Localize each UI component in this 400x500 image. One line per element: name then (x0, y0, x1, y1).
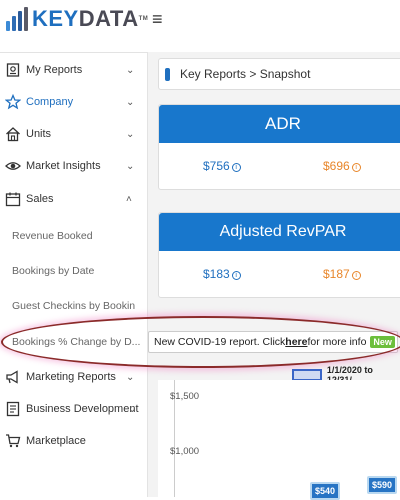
adjusted-revpar-card-title: Adjusted RevPAR (159, 213, 400, 251)
chevron-down-icon[interactable]: ⌄ (126, 65, 134, 76)
sidebar-item-label: Market Insights (26, 160, 101, 172)
chart-area: $1,500 $1,000 $540 $590 (158, 380, 400, 500)
sidebar-item-marketplace[interactable]: Marketplace (0, 425, 148, 457)
chevron-down-icon[interactable]: ⌄ (126, 161, 134, 172)
breadcrumb-text: Key Reports > Snapshot (180, 67, 311, 81)
sidebar-item-sales[interactable]: Sales ˄ (0, 183, 148, 215)
sidebar-subitem-bookings-change[interactable]: Bookings % Change by D... (12, 336, 140, 348)
chevron-down-icon[interactable]: ⌄ (126, 97, 134, 108)
revpar-value-current: $183 i (203, 267, 241, 281)
document-icon (5, 401, 21, 417)
notification-text-suffix: for more info (307, 336, 367, 348)
hamburger-icon[interactable]: ≡ (152, 9, 163, 30)
keydata-logo[interactable]: KEYDATATM (6, 7, 148, 31)
top-bar: KEYDATATM ≡ (0, 0, 400, 42)
adr-card-title: ADR (159, 105, 400, 143)
bar-value-label: $540 (310, 482, 341, 500)
star-icon (5, 94, 21, 110)
covid-report-notification: New COVID-19 report. Click here for more… (148, 331, 398, 353)
chevron-down-icon[interactable]: ⌄ (126, 372, 134, 383)
info-icon[interactable]: i (231, 163, 241, 172)
sidebar-item-label: Marketplace (26, 435, 86, 447)
megaphone-icon (5, 369, 21, 385)
y-tick-1500: $1,500 (170, 391, 200, 402)
notification-link[interactable]: here (285, 336, 307, 348)
adr-value-current: $756 i (203, 159, 241, 173)
eye-icon (5, 158, 21, 174)
info-icon[interactable]: i (231, 271, 241, 280)
notification-text-prefix: New COVID-19 report. Click (154, 336, 286, 348)
breadcrumb: Key Reports > Snapshot (158, 58, 400, 90)
sidebar-item-my-reports[interactable]: My Reports ⌄ (0, 54, 148, 86)
sidebar-item-label: Business Development (26, 403, 139, 415)
logo-text-key: KEY (32, 6, 79, 31)
sidebar-subitem-guest-checkins[interactable]: Guest Checkins by Bookin (12, 300, 140, 312)
sidebar-subitem-bookings-by-date[interactable]: Bookings by Date (12, 265, 140, 277)
sidebar-item-company[interactable]: Company ⌄ (0, 86, 148, 118)
sidebar-item-marketing-reports[interactable]: Marketing Reports ⌄ (0, 361, 148, 393)
chevron-down-icon[interactable]: ⌄ (126, 129, 134, 140)
sidebar-item-label: Sales (26, 193, 54, 205)
new-badge: New (370, 336, 395, 348)
revpar-value-prior: $187 i (323, 267, 361, 281)
adr-value-prior: $696 i (323, 159, 361, 173)
calendar-icon (5, 191, 21, 207)
cart-icon (5, 433, 21, 449)
chevron-down-icon[interactable]: ⌄ (128, 404, 136, 415)
sidebar-item-label: Units (26, 128, 52, 140)
sidebar-item-label: My Reports (26, 64, 83, 76)
reports-icon (5, 62, 21, 78)
sidebar-item-market-insights[interactable]: Market Insights ⌄ (0, 150, 148, 182)
logo-bars-icon (6, 7, 28, 31)
chevron-up-icon[interactable]: ˄ (126, 194, 132, 205)
sidebar-item-label: Company (26, 96, 74, 108)
adjusted-revpar-card[interactable]: Adjusted RevPAR $183 i $187 i (158, 212, 400, 298)
sidebar-item-business-development[interactable]: Business Development ⌄ (0, 393, 148, 425)
logo-text-data: DATA (78, 6, 139, 31)
adr-card[interactable]: ADR $756 i $696 i (158, 104, 400, 190)
bar-value-label: $590 (367, 476, 398, 494)
breadcrumb-marker (165, 67, 170, 81)
house-icon (5, 126, 21, 142)
logo-tm: TM (138, 16, 149, 22)
info-icon[interactable]: i (351, 271, 361, 280)
sidebar-item-label: Marketing Reports (26, 371, 116, 383)
sidebar-subitem-revenue-booked[interactable]: Revenue Booked (12, 230, 140, 242)
info-icon[interactable]: i (351, 163, 361, 172)
sidebar-item-units[interactable]: Units ⌄ (0, 118, 148, 150)
y-tick-1000: $1,000 (170, 446, 200, 457)
